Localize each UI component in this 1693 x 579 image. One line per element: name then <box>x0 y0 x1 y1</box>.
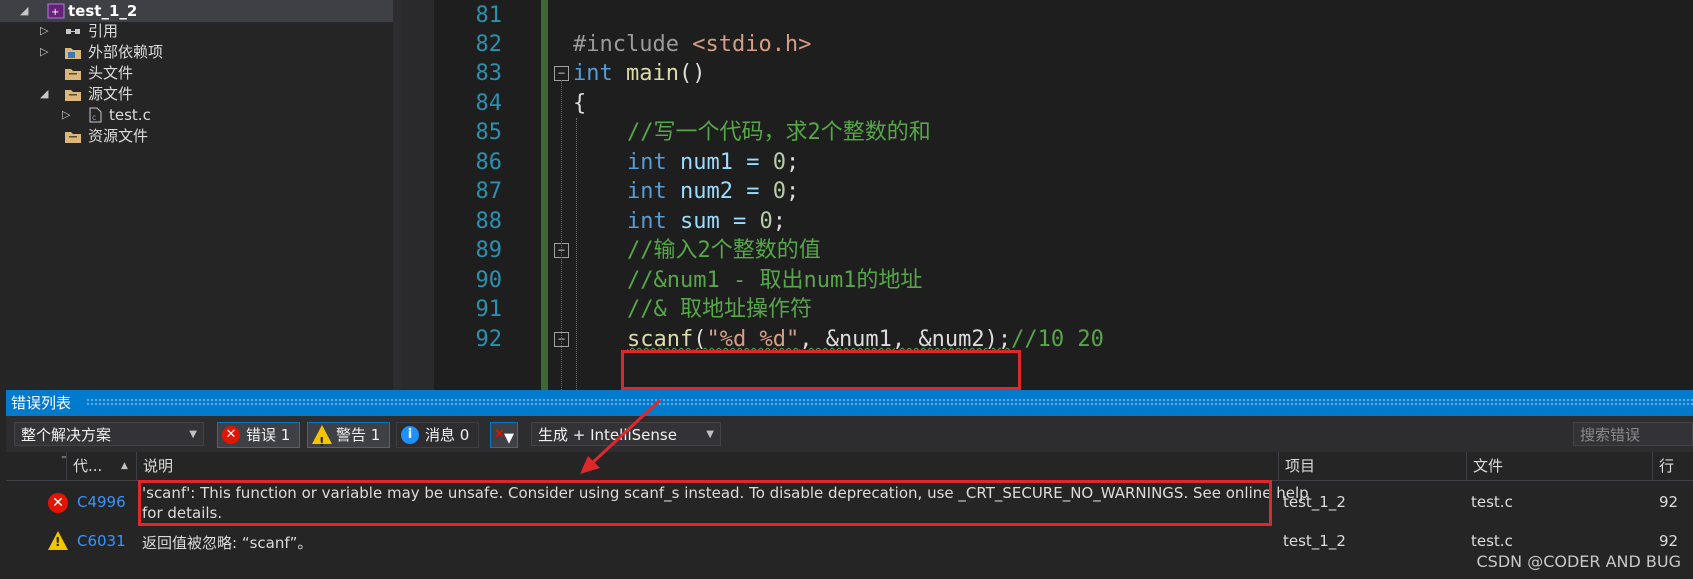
annotation-arrow <box>580 398 662 474</box>
